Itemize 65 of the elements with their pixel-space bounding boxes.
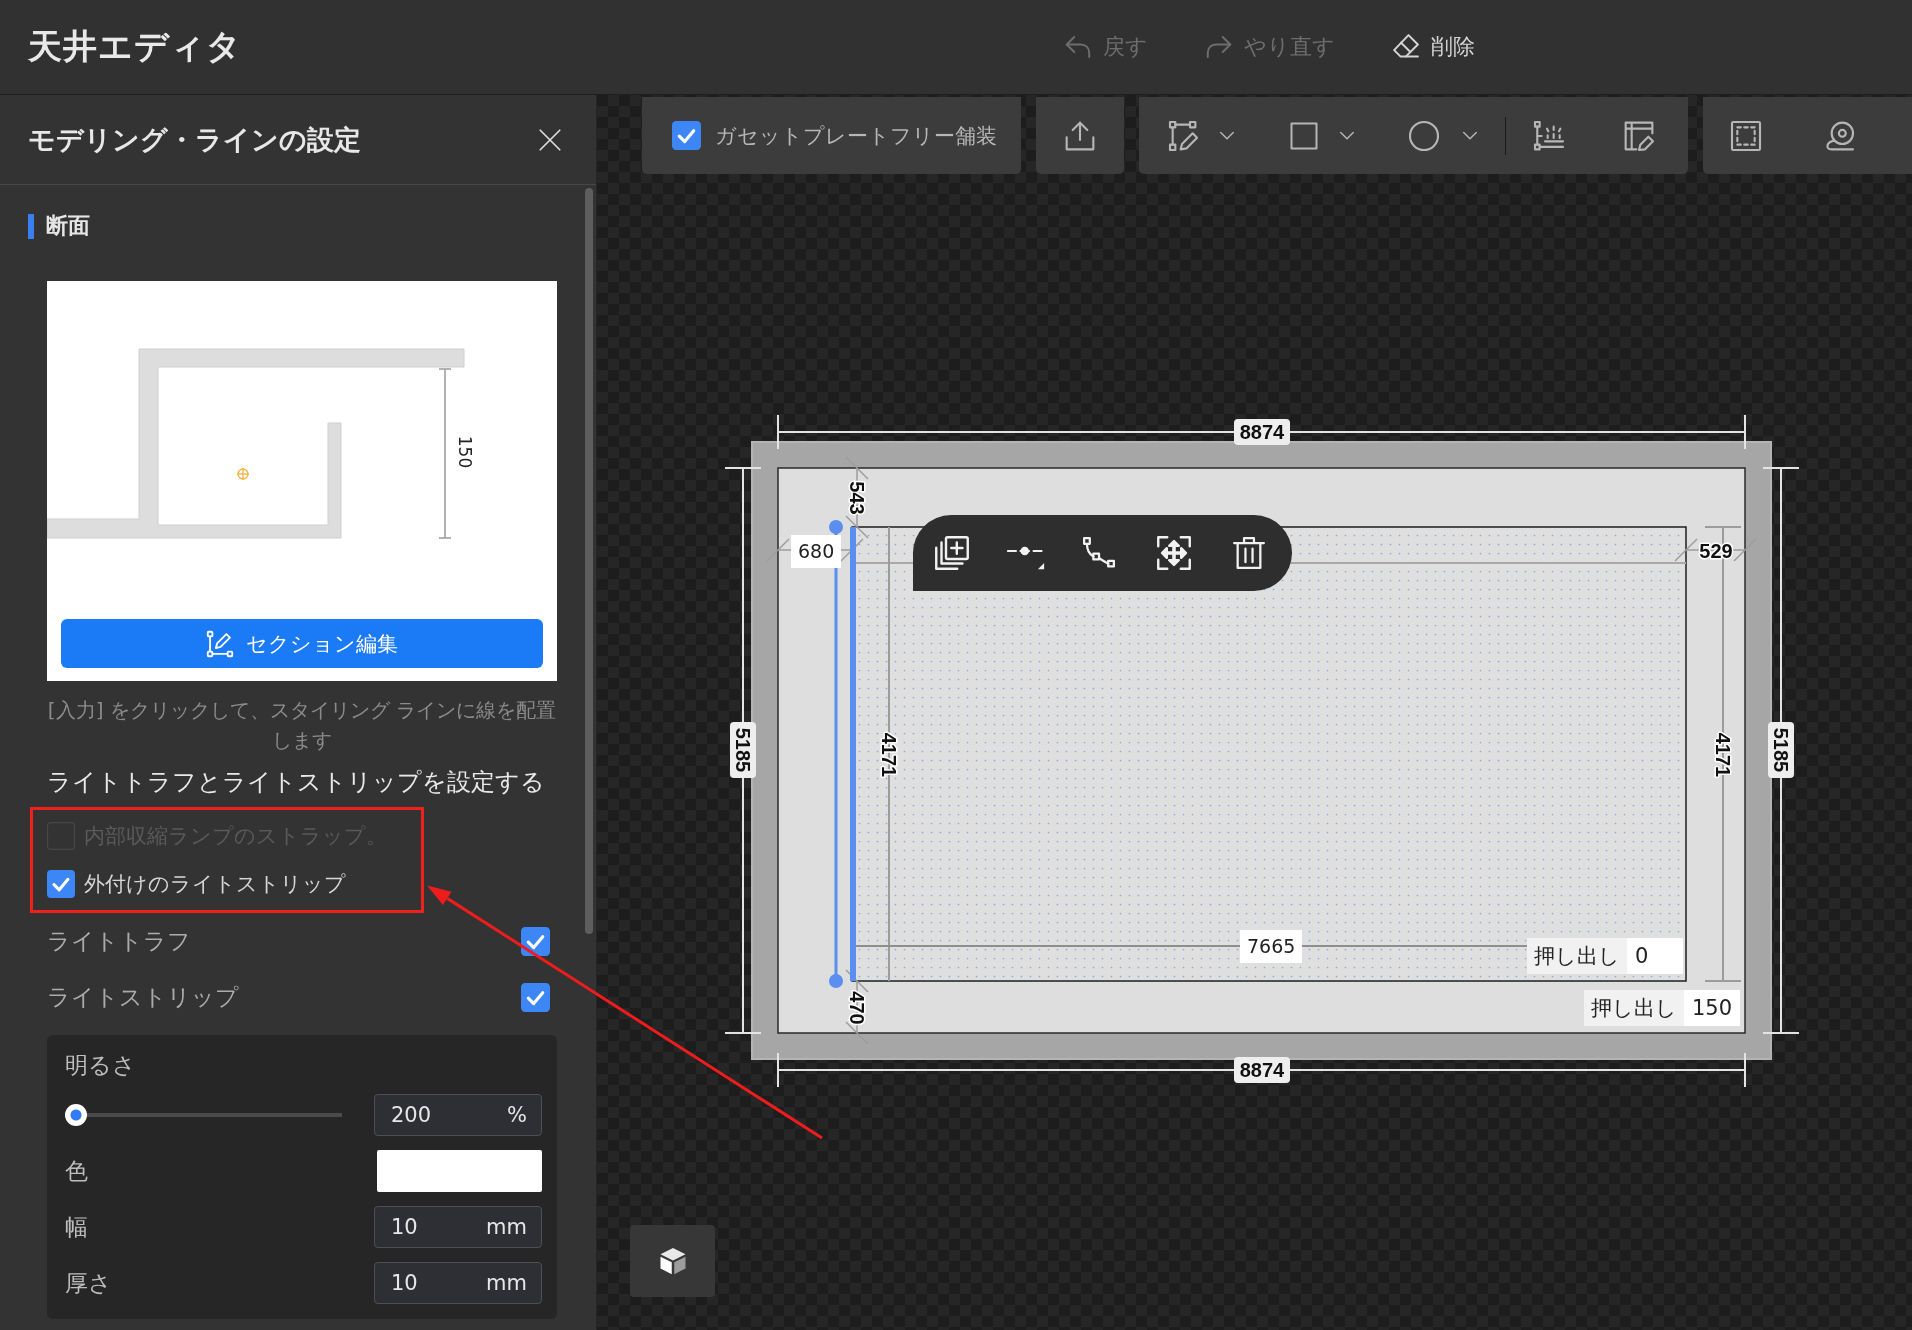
panel-title: モデリング・ラインの設定 [28, 122, 361, 157]
dimension-label: 4171 [1712, 732, 1734, 778]
checkbox[interactable] [521, 926, 550, 956]
trash-icon[interactable] [1232, 536, 1266, 570]
slider-thumb[interactable] [65, 1104, 87, 1126]
setting-label: 色 [65, 1157, 88, 1186]
extrude-label: 押し出し [1584, 990, 1684, 1026]
checkbox-label: ガセットプレートフリー舗装 [715, 122, 997, 150]
view-3d-button[interactable] [630, 1225, 715, 1297]
color-swatch[interactable] [377, 1150, 542, 1192]
number-field[interactable]: 200 % [374, 1094, 542, 1136]
section-heading: ライトトラフとライトストリップを設定する [47, 767, 546, 798]
dimension-label: 8874 [1234, 1057, 1290, 1083]
dimension-label: 5185 [730, 722, 756, 778]
app-title: 天井エディタ [28, 25, 242, 68]
setting-label: 幅 [65, 1213, 88, 1242]
checkbox[interactable] [47, 870, 75, 898]
copy-add-icon[interactable] [934, 535, 970, 571]
pen-path-icon[interactable] [1168, 119, 1200, 152]
edit-frame-icon[interactable] [1623, 119, 1655, 152]
toggle-label: ライトストリップ [47, 982, 239, 1012]
extrude-field[interactable]: 0 [1627, 938, 1683, 974]
select-area-icon[interactable] [1730, 119, 1762, 152]
upload-icon[interactable] [1064, 119, 1096, 152]
checkbox-label: 外付けのライトストリップ [84, 871, 346, 898]
number-field[interactable]: 10 mm [374, 1206, 542, 1248]
dimension-label: 543 [846, 481, 868, 515]
close-icon [537, 126, 563, 153]
close-button[interactable] [537, 126, 563, 153]
dimension-label: 470 [846, 991, 868, 1025]
square-icon[interactable] [1289, 120, 1319, 151]
checkbox[interactable] [672, 121, 701, 150]
dimension-label: 5185 [1768, 722, 1794, 778]
edge-handle[interactable] [829, 520, 843, 534]
scrollbar[interactable] [585, 188, 593, 934]
dimension-label: 8874 [1234, 419, 1290, 445]
section-edit-button[interactable]: セクション編集 [61, 619, 543, 668]
caret-icon[interactable] [1461, 129, 1479, 142]
dimension-label: 150 [455, 435, 475, 469]
circle-icon[interactable] [1408, 119, 1440, 152]
crosshair-icon [236, 467, 250, 481]
hint-text: [入力] をクリックして、スタイリング ラインに線を配置します [47, 697, 557, 754]
lasso-icon[interactable] [1823, 119, 1855, 152]
accent-bar-icon [28, 213, 34, 239]
setting-label: 厚さ [65, 1269, 112, 1298]
dimension-label: 529 [1699, 540, 1733, 562]
section-title: 断面 [46, 212, 90, 240]
pen-nodes-icon [206, 629, 234, 658]
setting-label: 明るさ [65, 1051, 137, 1080]
caret-icon[interactable] [1218, 129, 1236, 142]
move-icon[interactable] [1156, 535, 1192, 571]
delete-button[interactable]: 削除 [1391, 28, 1475, 66]
toggle-label: ライトトラフ [47, 926, 191, 956]
dimension-label: 4171 [878, 732, 900, 778]
selected-edge[interactable] [834, 527, 856, 981]
caret-icon[interactable] [1338, 129, 1356, 142]
edge-handle[interactable] [829, 974, 843, 988]
number-field[interactable]: 10 mm [374, 1262, 542, 1304]
dimension-label: 680 [791, 535, 842, 568]
checkbox[interactable] [521, 982, 550, 1012]
light-strip-icon[interactable] [1533, 119, 1565, 152]
dimension-label: 7665 [1240, 930, 1303, 963]
extrude-field[interactable]: 150 [1684, 990, 1740, 1026]
extrude-label: 押し出し [1527, 938, 1627, 974]
path-nodes-icon[interactable] [1082, 536, 1116, 570]
